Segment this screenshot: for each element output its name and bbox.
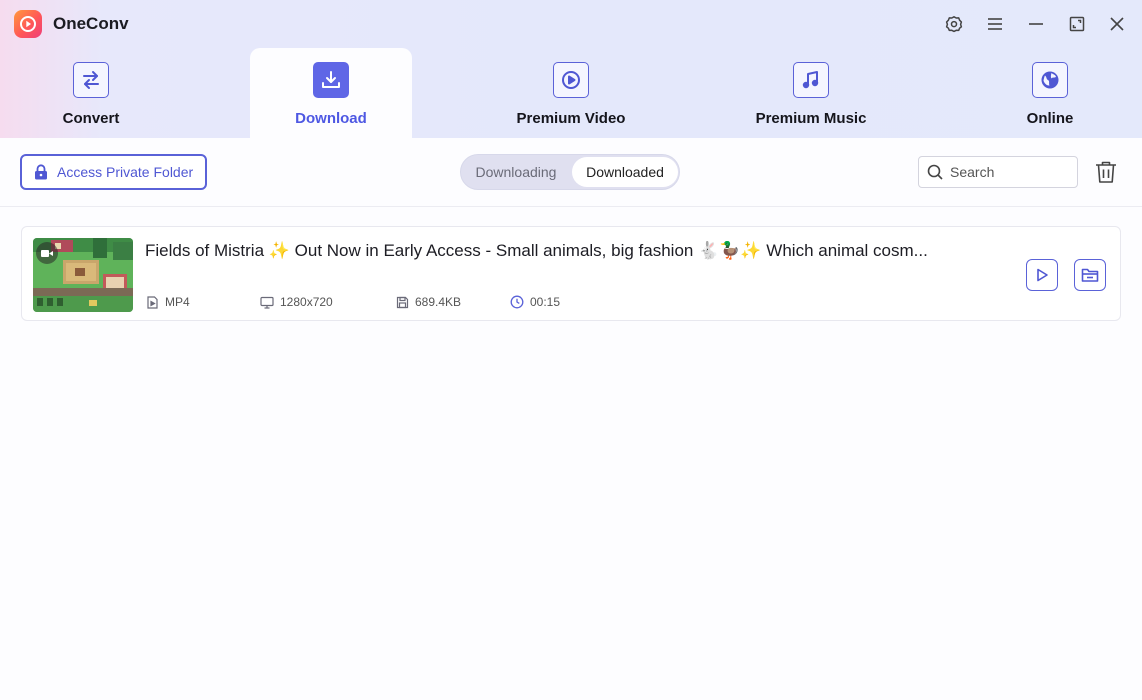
tab-premium-video[interactable]: Premium Video xyxy=(490,48,652,138)
globe-icon xyxy=(1032,62,1068,98)
download-icon xyxy=(313,62,349,98)
size-value: 689.4KB xyxy=(415,295,462,309)
tab-downloading[interactable]: Downloading xyxy=(463,157,569,187)
tab-label: Download xyxy=(295,110,367,127)
search-input[interactable] xyxy=(950,164,1068,180)
tab-label: Online xyxy=(1026,110,1074,127)
search-icon xyxy=(927,164,943,180)
tab-download[interactable]: Download xyxy=(250,48,412,138)
search-box xyxy=(918,156,1078,188)
download-status-toggle: Downloading Downloaded xyxy=(460,154,680,190)
duration-value: 00:15 xyxy=(530,295,561,309)
clock-icon xyxy=(510,295,524,309)
video-title: Fields of Mistria ✨ Out Now in Early Acc… xyxy=(145,241,928,260)
close-icon[interactable] xyxy=(1104,11,1130,37)
title-bar: OneConv Convert Download Premium Video P… xyxy=(0,0,1142,138)
play-circle-icon xyxy=(553,62,589,98)
settings-icon[interactable] xyxy=(941,11,967,37)
tab-label: Premium Music xyxy=(755,110,867,127)
maximize-icon[interactable] xyxy=(1064,11,1090,37)
app-logo xyxy=(14,10,42,38)
trash-icon[interactable] xyxy=(1093,159,1119,185)
menu-icon[interactable] xyxy=(982,11,1008,37)
list-item: Fields of Mistria ✨ Out Now in Early Acc… xyxy=(21,226,1121,321)
tab-premium-music[interactable]: Premium Music xyxy=(730,48,892,138)
duration-meta: 00:15 xyxy=(510,295,560,309)
video-camera-icon xyxy=(36,242,58,264)
lock-icon xyxy=(35,164,47,180)
play-button[interactable] xyxy=(1026,259,1058,291)
tab-label: Convert xyxy=(62,110,120,127)
size-meta: 689.4KB xyxy=(396,295,461,309)
tab-online[interactable]: Online xyxy=(969,48,1131,138)
tab-downloaded[interactable]: Downloaded xyxy=(572,157,678,187)
music-note-icon xyxy=(793,62,829,98)
video-thumbnail[interactable] xyxy=(33,238,133,312)
open-folder-button[interactable] xyxy=(1074,259,1106,291)
minimize-icon[interactable] xyxy=(1023,11,1049,37)
access-private-folder-button[interactable]: Access Private Folder xyxy=(20,154,207,190)
app-title: OneConv xyxy=(53,14,129,33)
tab-convert[interactable]: Convert xyxy=(10,48,172,138)
access-private-folder-label: Access Private Folder xyxy=(57,164,194,180)
convert-icon xyxy=(73,62,109,98)
resolution-value: 1280x720 xyxy=(280,295,333,309)
play-icon xyxy=(1037,268,1048,282)
resolution-meta: 1280x720 xyxy=(260,295,333,309)
monitor-icon xyxy=(260,296,274,309)
toolbar: Access Private Folder Downloading Downlo… xyxy=(0,138,1142,207)
format-value: MP4 xyxy=(165,295,190,309)
video-file-icon xyxy=(147,295,158,309)
tab-label: Premium Video xyxy=(516,110,626,127)
save-disk-icon xyxy=(396,296,409,308)
folder-icon xyxy=(1081,268,1099,282)
format-meta: MP4 xyxy=(146,295,190,309)
